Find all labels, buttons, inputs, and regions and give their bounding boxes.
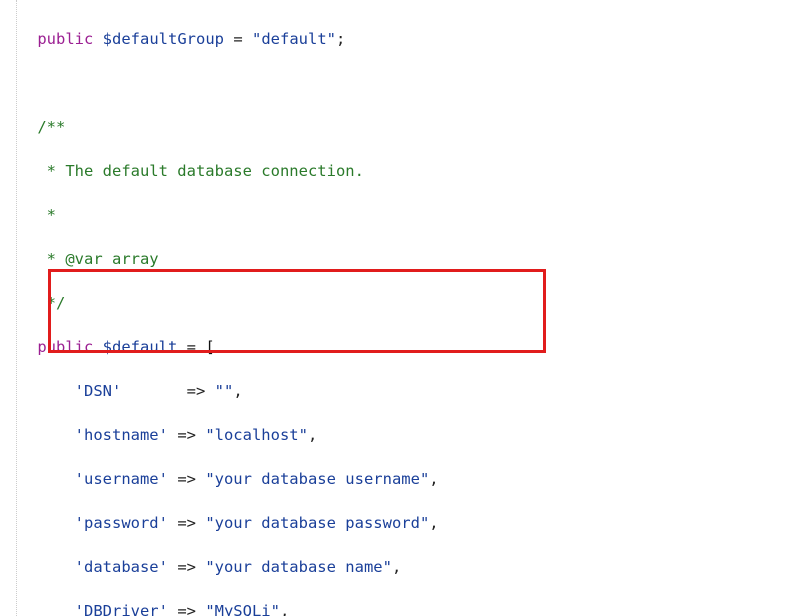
var-default-group: $defaultGroup (103, 30, 224, 48)
code-line: public $defaultGroup = "default"; (0, 28, 800, 50)
var-default: $default (103, 338, 178, 356)
code-block: public $defaultGroup = "default"; /** * … (0, 0, 800, 616)
string-literal: "default" (252, 30, 336, 48)
comment-line: * (0, 204, 800, 226)
array-entry-database: 'database' => "your database name", (0, 556, 800, 578)
array-entry-username: 'username' => "your database username", (0, 468, 800, 490)
comment-line: * The default database connection. (0, 160, 800, 182)
array-entry-password: 'password' => "your database password", (0, 512, 800, 534)
keyword-public: public (37, 30, 93, 48)
indent-guide (16, 0, 17, 616)
array-entry-dsn: 'DSN' => "", (0, 380, 800, 402)
array-entry-dbdriver: 'DBDriver' => "MySQLi", (0, 600, 800, 616)
blank-line (0, 72, 800, 94)
code-line: public $default = [ (0, 336, 800, 358)
comment-line: * @var array (0, 248, 800, 270)
comment-line: /** (0, 116, 800, 138)
array-entry-hostname: 'hostname' => "localhost", (0, 424, 800, 446)
comment-line: */ (0, 292, 800, 314)
